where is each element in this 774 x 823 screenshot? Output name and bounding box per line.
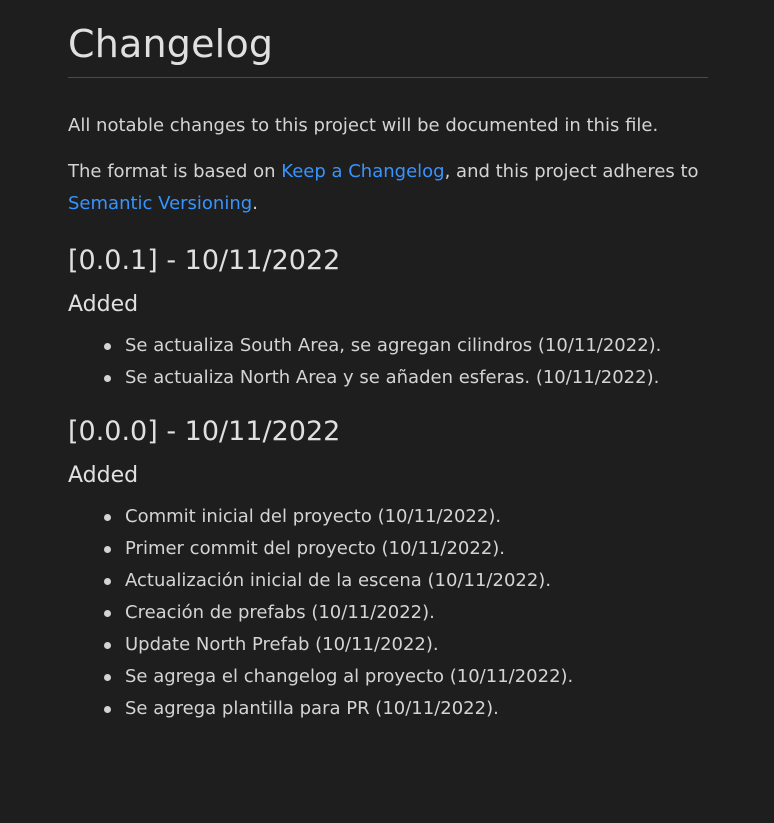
format-suffix: . <box>252 193 258 214</box>
semantic-versioning-link[interactable]: Semantic Versioning <box>68 193 252 214</box>
section-heading-added: Added <box>68 292 139 317</box>
change-list-0-0-1: Se actualiza South Area, se agregan cili… <box>68 330 708 394</box>
changelog-document: Changelog All notable changes to this pr… <box>68 0 708 725</box>
list-item: Update North Prefab (10/11/2022). <box>104 629 708 661</box>
format-middle: , and this project adheres to <box>444 161 699 182</box>
list-item: Se agrega el changelog al proyecto (10/1… <box>104 661 708 693</box>
format-paragraph: The format is based on Keep a Changelog,… <box>68 156 708 220</box>
release-heading-0-0-0: [0.0.0] - 10/11/2022 <box>68 416 341 447</box>
list-item: Se actualiza North Area y se añaden esfe… <box>104 362 708 394</box>
list-item: Se actualiza South Area, se agregan cili… <box>104 330 708 362</box>
list-item: Creación de prefabs (10/11/2022). <box>104 597 708 629</box>
keep-a-changelog-link[interactable]: Keep a Changelog <box>281 161 444 182</box>
section-heading-added: Added <box>68 463 139 488</box>
list-item: Se agrega plantilla para PR (10/11/2022)… <box>104 693 708 725</box>
intro-paragraph: All notable changes to this project will… <box>68 115 659 136</box>
release-heading-0-0-1: [0.0.1] - 10/11/2022 <box>68 245 341 276</box>
page-title: Changelog <box>68 0 708 78</box>
change-list-0-0-0: Commit inicial del proyecto (10/11/2022)… <box>68 501 708 725</box>
format-prefix: The format is based on <box>68 161 282 182</box>
list-item: Actualización inicial de la escena (10/1… <box>104 565 708 597</box>
list-item: Commit inicial del proyecto (10/11/2022)… <box>104 501 708 533</box>
list-item: Primer commit del proyecto (10/11/2022). <box>104 533 708 565</box>
